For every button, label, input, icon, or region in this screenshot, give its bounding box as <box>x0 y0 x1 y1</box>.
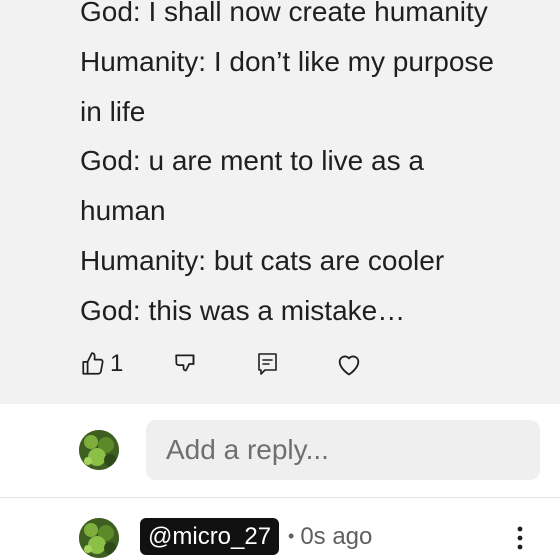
comment-line: in life <box>80 95 146 127</box>
thumbs-down-icon <box>175 354 195 372</box>
dislike-button[interactable] <box>174 348 200 380</box>
heart-button[interactable] <box>335 348 363 380</box>
comment-line: God: u are ment to live as a <box>80 145 424 177</box>
separator-dot: • <box>288 526 295 546</box>
reply-button[interactable] <box>256 348 280 380</box>
like-count: 1 <box>110 350 124 377</box>
comment-line: Humanity: I don’t like my purpose <box>80 45 494 77</box>
comment-line: human <box>80 195 166 227</box>
reply-placeholder: Add a reply... <box>166 434 329 465</box>
comment-line: God: this was a mistake… <box>80 294 406 326</box>
comment-meta: • 0s ago <box>288 518 372 555</box>
username-chip[interactable]: @micro_27 <box>140 518 280 555</box>
comment-text: God: I shall now create humanity Humanit… <box>80 0 550 336</box>
comment-line: God: I shall now create humanity <box>80 0 488 27</box>
heart-icon <box>338 355 360 376</box>
more-vertical-icon <box>517 526 523 550</box>
like-button[interactable]: 1 <box>80 348 123 380</box>
avatar[interactable] <box>79 518 119 558</box>
comment-card: God: I shall now create humanity Humanit… <box>0 0 560 404</box>
thumbs-up-icon <box>82 352 104 375</box>
avatar[interactable] <box>79 430 119 470</box>
reply-icon <box>258 353 277 375</box>
divider <box>0 497 560 498</box>
timestamp: 0s ago <box>300 522 373 550</box>
comment-line: Humanity: but cats are cooler <box>80 244 445 276</box>
comment-actions: 1 <box>80 348 380 380</box>
reply-input[interactable]: Add a reply... <box>146 420 540 480</box>
more-options-button[interactable] <box>508 524 532 552</box>
